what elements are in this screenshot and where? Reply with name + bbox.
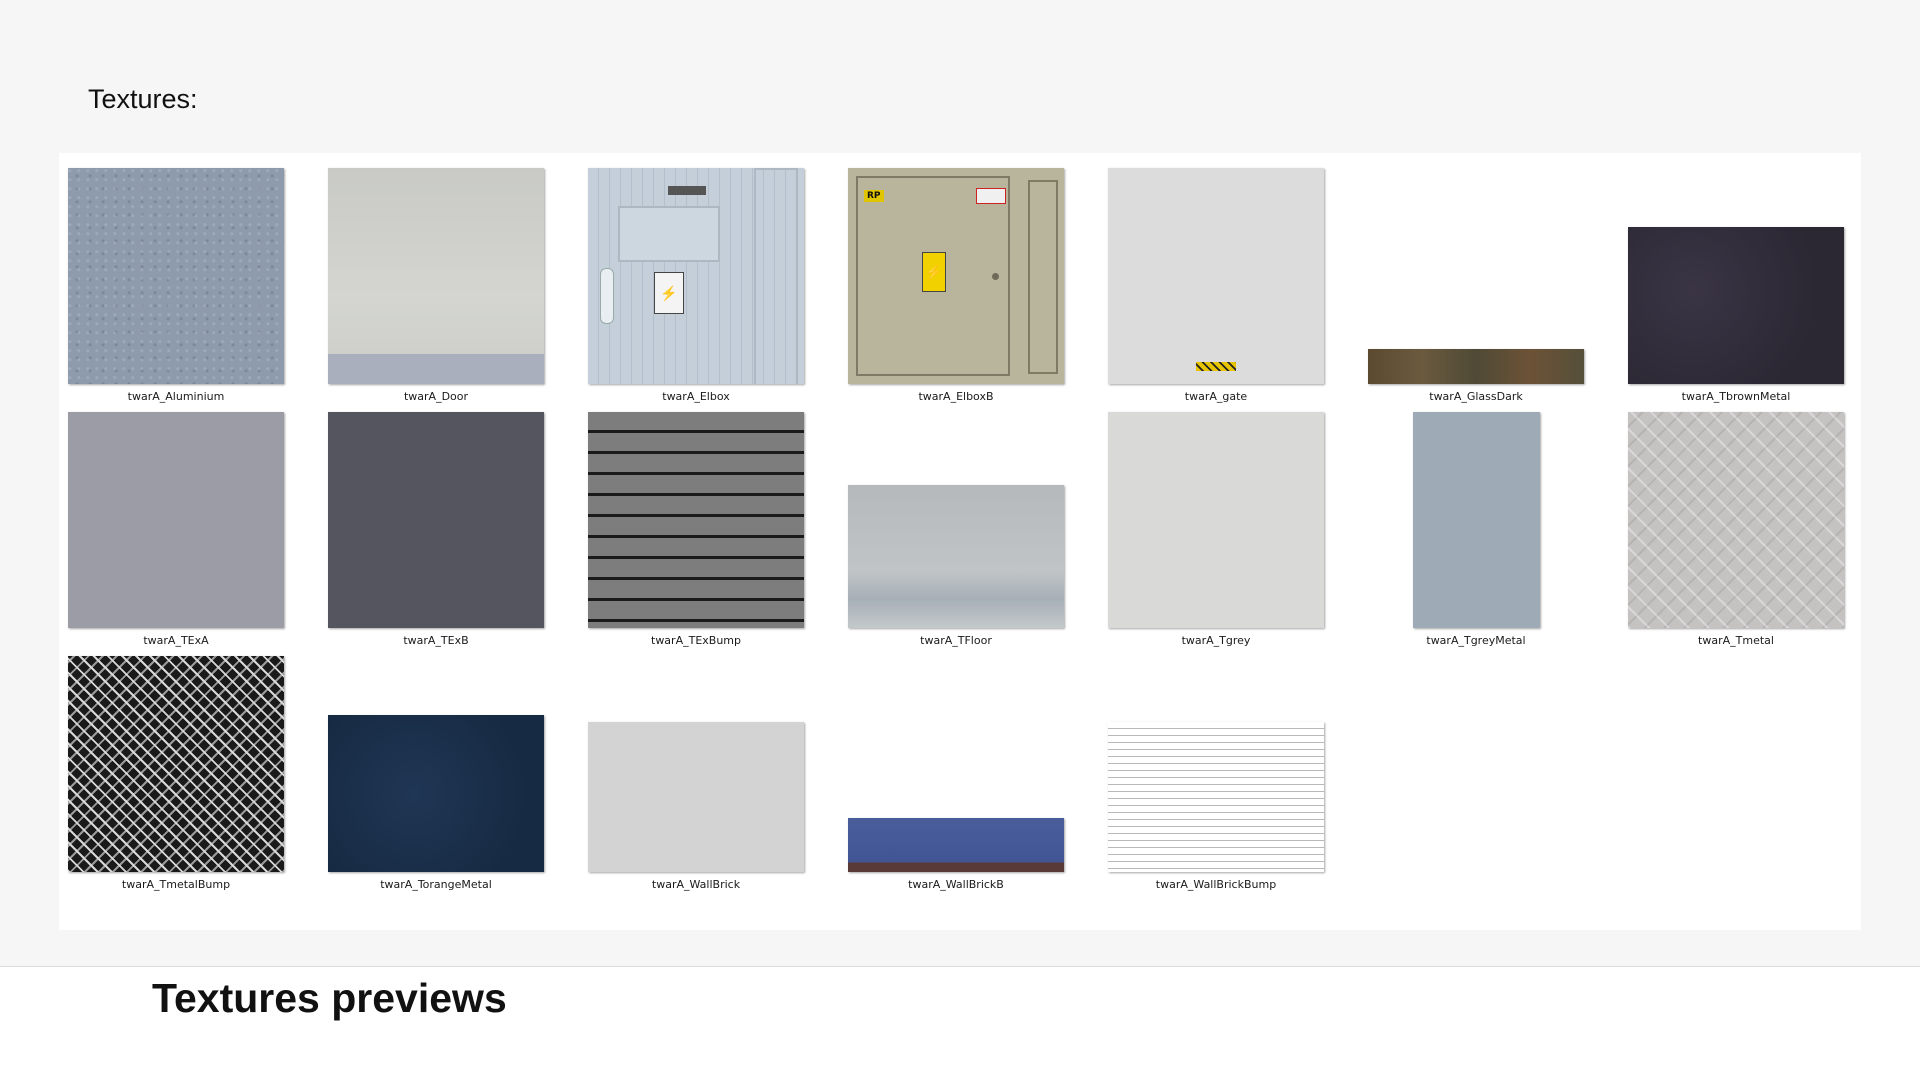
texture-tile-tmetal[interactable]: twarA_Tmetal xyxy=(1628,412,1844,656)
texture-thumbnail[interactable] xyxy=(848,818,1064,872)
texture-tile-door[interactable]: twarA_Door xyxy=(328,168,544,412)
texture-thumbnail[interactable] xyxy=(1628,412,1844,628)
texture-label: twarA_WallBrickB xyxy=(908,878,1004,891)
texture-thumbnail[interactable] xyxy=(1108,722,1324,872)
texture-thumbnail[interactable] xyxy=(588,412,804,628)
texture-tile-wallbrick[interactable]: twarA_WallBrick xyxy=(588,656,804,900)
texture-label: twarA_Tgrey xyxy=(1181,634,1251,647)
texture-grid: twarA_Aluminium twarA_Door ⚡ twarA_Elbox xyxy=(59,153,1861,930)
texture-tile-texbump[interactable]: twarA_TExBump xyxy=(588,412,804,656)
texture-label: twarA_TgreyMetal xyxy=(1426,634,1526,647)
texture-tile-wallbrickbump[interactable]: twarA_WallBrickBump xyxy=(1108,656,1324,900)
texture-tile-texa[interactable]: twarA_TExA xyxy=(68,412,284,656)
texture-tile-wallbrickb[interactable]: twarA_WallBrickB xyxy=(848,656,1064,900)
page: Textures: twarA_Aluminium twarA_Door ⚡ t… xyxy=(0,0,1920,1080)
texture-label: twarA_TmetalBump xyxy=(121,878,231,891)
texture-thumbnail[interactable]: ⚡ xyxy=(588,168,804,384)
cabinet-side-panel xyxy=(1028,180,1058,374)
texture-label: twarA_GlassDark xyxy=(1429,390,1523,403)
texture-label: twarA_Tmetal xyxy=(1698,634,1774,647)
texture-tile-tgreymetal[interactable]: twarA_TgreyMetal xyxy=(1368,412,1584,656)
texture-label: twarA_Elbox xyxy=(662,390,730,403)
texture-label: twarA_Aluminium xyxy=(127,390,225,403)
texture-label: twarA_TExBump xyxy=(651,634,741,647)
texture-tile-tbrownmetal[interactable]: twarA_TbrownMetal xyxy=(1628,168,1844,412)
texture-thumbnail[interactable] xyxy=(588,722,804,872)
texture-thumbnail[interactable] xyxy=(1368,349,1584,384)
texture-label: twarA_WallBrickBump xyxy=(1155,878,1277,891)
texture-label: twarA_TExB xyxy=(403,634,469,647)
texture-tile-texb[interactable]: twarA_TExB xyxy=(328,412,544,656)
texture-tile-aluminium[interactable]: twarA_Aluminium xyxy=(68,168,284,412)
door-handle xyxy=(600,268,614,324)
footer-section: Textures previews xyxy=(0,966,1920,1080)
texture-label: twarA_WallBrick xyxy=(651,878,741,891)
texture-thumbnail[interactable] xyxy=(328,715,544,872)
texture-thumbnail[interactable] xyxy=(68,412,284,628)
warning-sign-icon: ⚡ xyxy=(922,252,946,292)
texture-thumbnail[interactable] xyxy=(68,656,284,872)
texture-label: twarA_TorangeMetal xyxy=(380,878,492,891)
texture-thumbnail[interactable]: RP ⚡ xyxy=(848,168,1064,384)
side-door-panel xyxy=(754,168,798,384)
textures-heading: Textures: xyxy=(88,84,198,114)
texture-label: twarA_TFloor xyxy=(920,634,992,647)
cabinet-lock xyxy=(992,273,999,280)
texture-thumbnail[interactable] xyxy=(1108,168,1324,384)
texture-tile-gate[interactable]: twarA_gate xyxy=(1108,168,1324,412)
texture-label: twarA_TExA xyxy=(143,634,209,647)
texture-tile-glassdark[interactable]: twarA_GlassDark xyxy=(1368,168,1584,412)
texture-thumbnail[interactable] xyxy=(1108,412,1324,628)
texture-thumbnail[interactable] xyxy=(328,412,544,628)
texture-tile-tgrey[interactable]: twarA_Tgrey xyxy=(1108,412,1324,656)
warning-sign-icon: ⚡ xyxy=(654,272,684,314)
texture-thumbnail[interactable] xyxy=(848,485,1064,628)
texture-label: twarA_TbrownMetal xyxy=(1681,390,1791,403)
brand-sticker xyxy=(976,188,1006,204)
hazard-stripe xyxy=(1196,362,1236,371)
textures-previews-title: Textures previews xyxy=(152,975,507,1021)
texture-thumbnail[interactable] xyxy=(1628,227,1844,384)
texture-thumbnail[interactable] xyxy=(1412,412,1540,628)
texture-tile-elboxb[interactable]: RP ⚡ twarA_ElboxB xyxy=(848,168,1064,412)
texture-tile-tmetalbump[interactable]: twarA_TmetalBump xyxy=(68,656,284,900)
texture-label: twarA_Door xyxy=(403,390,469,403)
texture-tile-tfloor[interactable]: twarA_TFloor xyxy=(848,412,1064,656)
texture-thumbnail[interactable] xyxy=(68,168,284,384)
label-plate xyxy=(668,186,706,195)
texture-label: twarA_gate xyxy=(1184,390,1248,403)
rp-label: RP xyxy=(864,190,884,202)
texture-tile-torangemetal[interactable]: twarA_TorangeMetal xyxy=(328,656,544,900)
texture-label: twarA_ElboxB xyxy=(918,390,994,403)
mailbox-panel xyxy=(618,206,720,262)
texture-tile-elbox[interactable]: ⚡ twarA_Elbox xyxy=(588,168,804,412)
texture-thumbnail[interactable] xyxy=(328,168,544,384)
